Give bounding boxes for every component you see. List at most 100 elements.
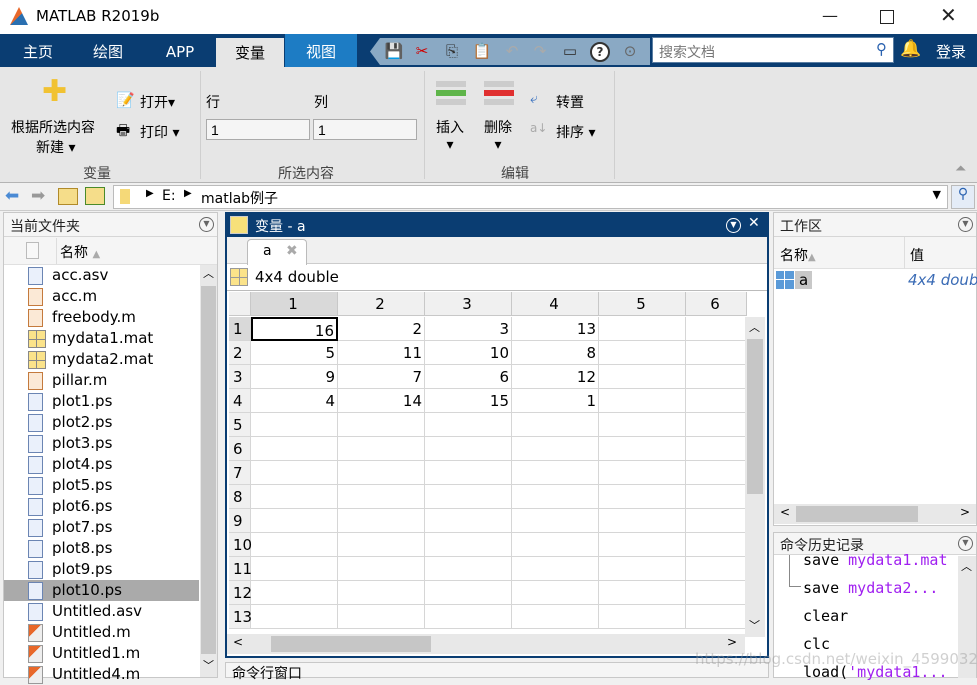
grid-cell[interactable]: [338, 581, 425, 605]
history-entry[interactable]: clear: [803, 607, 848, 625]
undo-icon[interactable]: ↶: [502, 42, 522, 62]
workspace-row[interactable]: a 4x4 double: [774, 270, 977, 291]
scroll-right-icon[interactable]: >: [727, 635, 737, 649]
grid-cell[interactable]: [338, 437, 425, 461]
tab-apps[interactable]: APP: [146, 34, 214, 67]
grid-cell[interactable]: [338, 557, 425, 581]
scroll-left-icon[interactable]: <: [780, 505, 790, 519]
column-header[interactable]: 1: [251, 292, 338, 316]
grid-cell[interactable]: 2: [338, 317, 425, 341]
grid-cell[interactable]: [425, 437, 512, 461]
grid-cell[interactable]: 14: [338, 389, 425, 413]
row-header[interactable]: 2: [229, 341, 251, 365]
value-column-header[interactable]: 值: [910, 245, 924, 265]
current-folder-path[interactable]: ▶ E: ▶ matlab例子 ▼: [113, 185, 948, 209]
grid-cell[interactable]: [338, 605, 425, 629]
search-folder-icon[interactable]: ⚲: [951, 185, 975, 209]
grid-cell[interactable]: [599, 581, 686, 605]
grid-cell[interactable]: [425, 413, 512, 437]
tab-home[interactable]: 主页: [4, 34, 72, 67]
grid-cell[interactable]: [251, 605, 338, 629]
save-icon[interactable]: 💾: [384, 42, 404, 62]
file-list-item[interactable]: mydata1.mat: [4, 328, 199, 349]
panel-menu-icon[interactable]: ▼: [958, 536, 973, 551]
grid-cell[interactable]: [512, 509, 599, 533]
close-panel-icon[interactable]: ✕: [748, 215, 760, 231]
grid-cell[interactable]: [686, 533, 747, 557]
file-list-item[interactable]: plot5.ps: [4, 475, 199, 496]
grid-cell[interactable]: [512, 485, 599, 509]
grid-cell[interactable]: 3: [425, 317, 512, 341]
grid-cell[interactable]: 10: [425, 341, 512, 365]
grid-cell[interactable]: [686, 605, 747, 629]
grid-cell[interactable]: 1: [512, 389, 599, 413]
tab-variable[interactable]: 变量: [216, 38, 284, 67]
grid-cell[interactable]: 16: [251, 317, 338, 341]
grid-cell[interactable]: [512, 413, 599, 437]
grid-cell[interactable]: [251, 461, 338, 485]
grid-cell[interactable]: [338, 485, 425, 509]
scroll-thumb[interactable]: [271, 636, 431, 652]
grid-cell[interactable]: [686, 365, 747, 389]
vertical-scrollbar[interactable]: ︿ ﹀: [200, 265, 217, 677]
file-list-item[interactable]: pillar.m: [4, 370, 199, 391]
up-folder-icon[interactable]: [58, 188, 78, 205]
grid-cell[interactable]: [425, 509, 512, 533]
customize-icon[interactable]: ⊙: [620, 42, 640, 62]
scroll-up-icon[interactable]: ︿: [961, 558, 972, 574]
horizontal-scrollbar[interactable]: < >: [774, 504, 976, 524]
grid-cell[interactable]: 4: [251, 389, 338, 413]
file-list-item[interactable]: freebody.m: [4, 307, 199, 328]
grid-cell[interactable]: 6: [425, 365, 512, 389]
grid-cell[interactable]: [599, 341, 686, 365]
row-header[interactable]: 10: [229, 533, 252, 557]
grid-cell[interactable]: 8: [512, 341, 599, 365]
grid-cell[interactable]: [512, 557, 599, 581]
grid-cell[interactable]: [599, 437, 686, 461]
insert-button[interactable]: 插入 ▾: [436, 117, 464, 153]
grid-cell[interactable]: [686, 509, 747, 533]
file-list-item[interactable]: plot1.ps: [4, 391, 199, 412]
grid-cell[interactable]: [338, 461, 425, 485]
panel-menu-icon[interactable]: ▼: [726, 218, 741, 233]
grid-cell[interactable]: [686, 317, 747, 341]
paste-icon[interactable]: 📋: [472, 42, 492, 62]
maximize-button[interactable]: [880, 10, 894, 24]
grid-cell[interactable]: [251, 413, 338, 437]
scroll-left-icon[interactable]: <: [233, 635, 243, 649]
search-icon[interactable]: ⚲: [876, 40, 887, 58]
grid-cell[interactable]: [251, 509, 338, 533]
row-header[interactable]: 6: [229, 437, 251, 461]
grid-cell[interactable]: [599, 605, 686, 629]
file-list-item[interactable]: mydata2.mat: [4, 349, 199, 370]
forward-icon[interactable]: ➡: [31, 186, 45, 206]
scroll-thumb[interactable]: [796, 506, 918, 522]
grid-cell[interactable]: [512, 533, 599, 557]
tab-view[interactable]: 视图: [285, 34, 357, 67]
close-button[interactable]: ✕: [940, 3, 957, 27]
column-header[interactable]: 4: [512, 292, 599, 316]
grid-cell[interactable]: [599, 485, 686, 509]
grid-cell[interactable]: 5: [251, 341, 338, 365]
sort-button[interactable]: 排序 ▾: [556, 122, 595, 142]
grid-cell[interactable]: [338, 533, 425, 557]
grid-cell[interactable]: [251, 557, 338, 581]
grid-cell[interactable]: [512, 461, 599, 485]
grid-cell[interactable]: [251, 437, 338, 461]
grid-cell[interactable]: 7: [338, 365, 425, 389]
row-header[interactable]: 12: [229, 581, 252, 605]
transpose-button[interactable]: 转置: [556, 92, 584, 112]
row-header[interactable]: 5: [229, 413, 251, 437]
grid-cell[interactable]: [251, 485, 338, 509]
bell-icon[interactable]: 🔔: [900, 39, 921, 59]
grid-cell[interactable]: 9: [251, 365, 338, 389]
grid-cell[interactable]: [599, 317, 686, 341]
search-documentation-input[interactable]: 搜索文档 ⚲: [652, 37, 894, 63]
grid-cell[interactable]: [425, 461, 512, 485]
file-list-item[interactable]: Untitled.asv: [4, 601, 199, 622]
grid-cell[interactable]: [251, 581, 338, 605]
row-header[interactable]: 9: [229, 509, 251, 533]
file-list-item[interactable]: plot10.ps: [4, 580, 199, 601]
row-header[interactable]: 3: [229, 365, 251, 389]
help-icon[interactable]: ?: [590, 42, 610, 62]
